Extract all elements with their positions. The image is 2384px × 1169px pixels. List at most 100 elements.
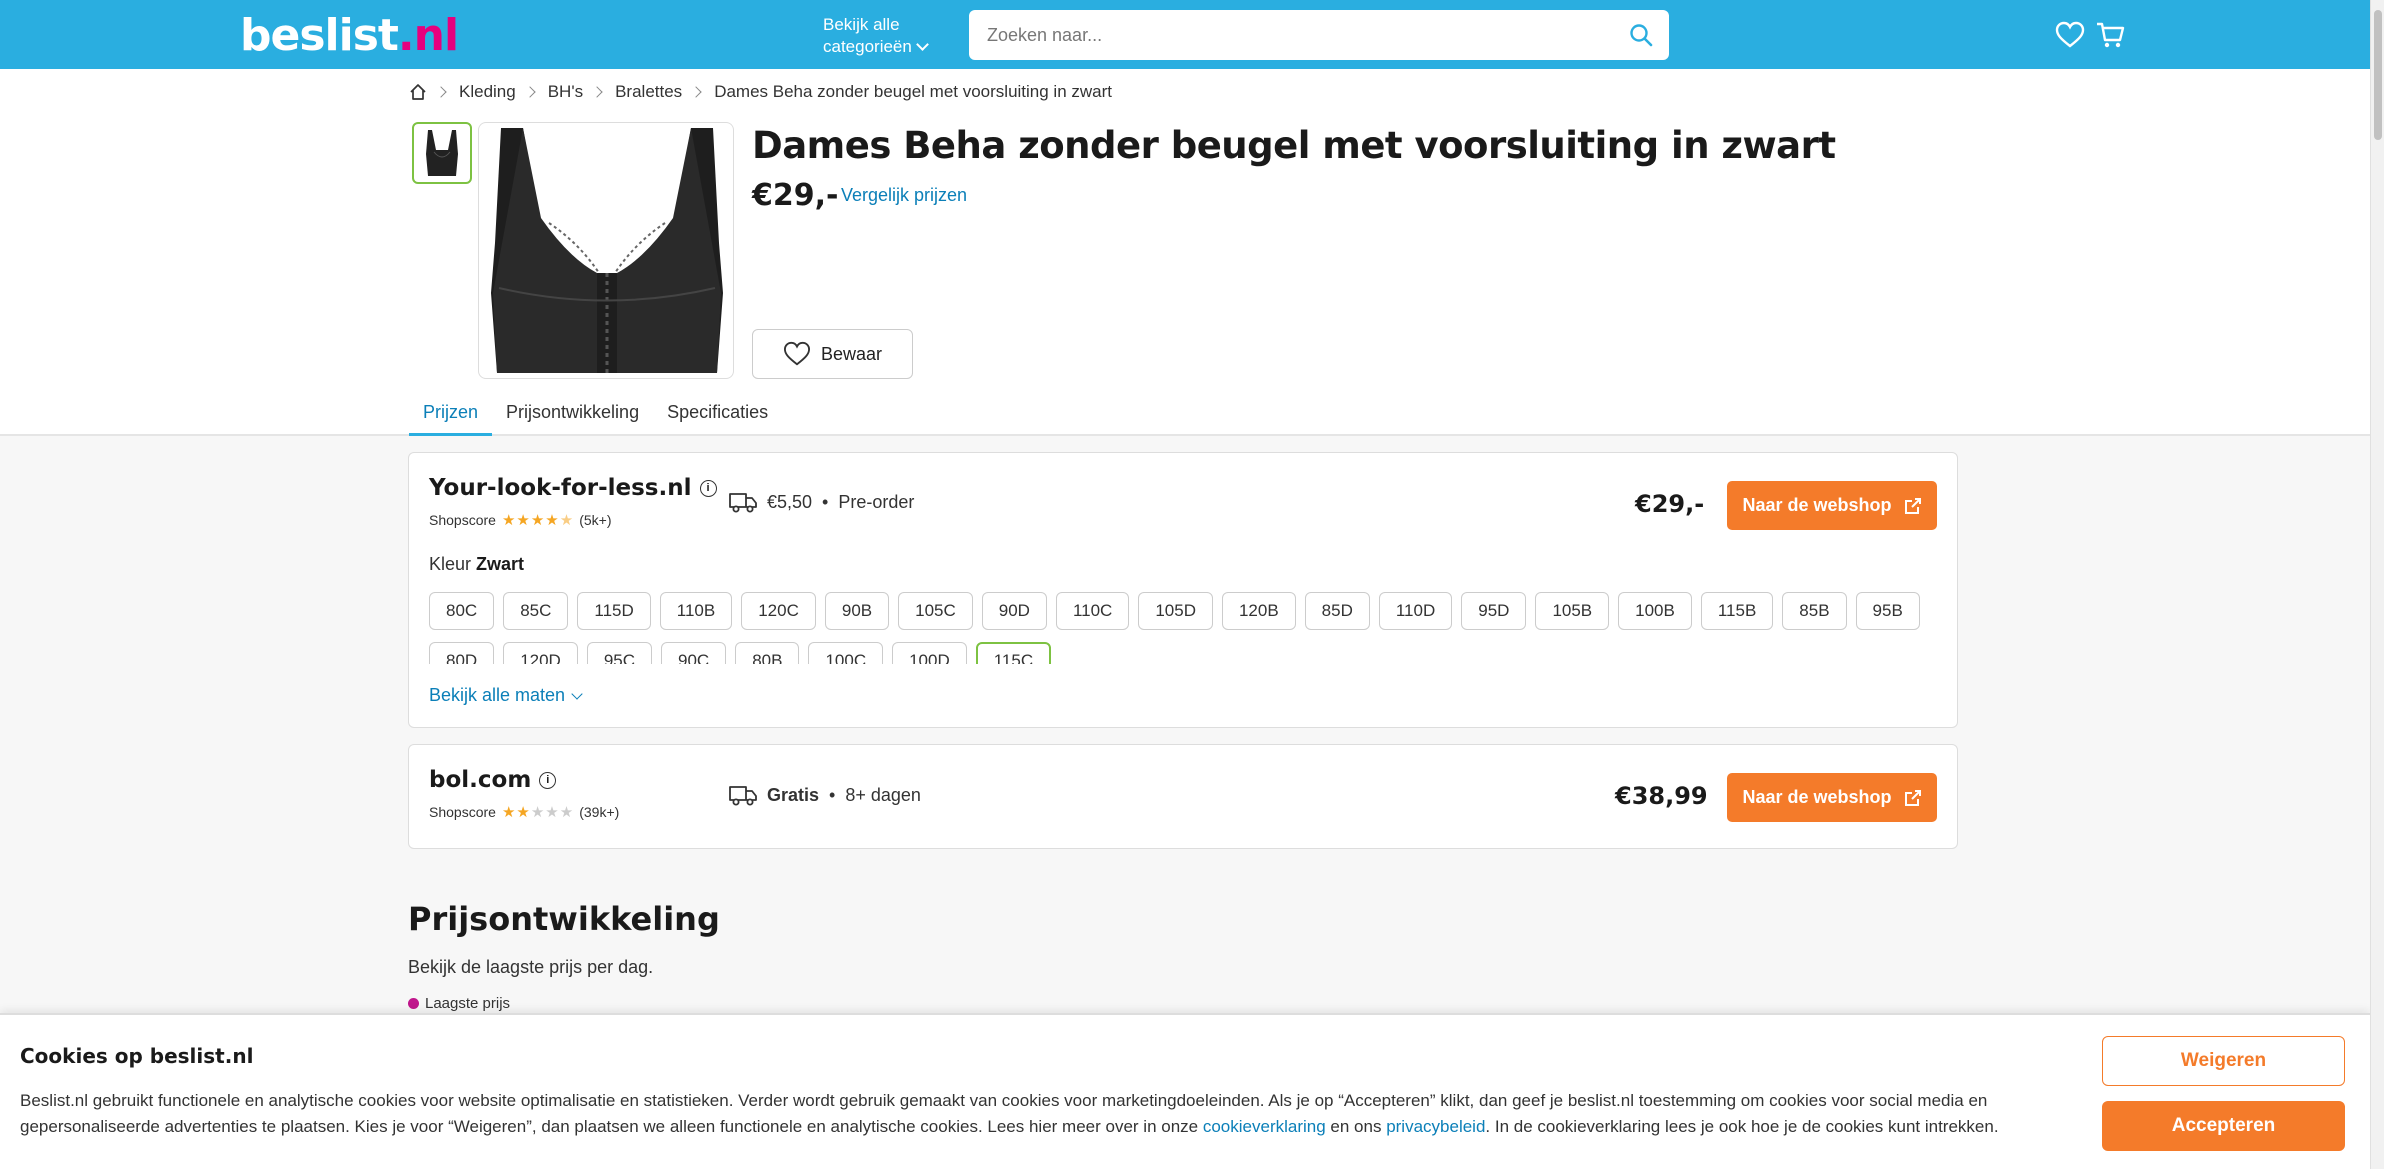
product-main-image[interactable]: [478, 122, 734, 379]
bullet-separator: •: [822, 491, 829, 512]
size-option[interactable]: 110B: [659, 592, 733, 630]
size-option[interactable]: 115D: [577, 592, 651, 630]
size-option[interactable]: 95C: [586, 642, 653, 664]
privacy-policy-link[interactable]: privacybeleid: [1386, 1117, 1485, 1136]
shopscore-label: Shopscore: [429, 804, 496, 820]
size-option[interactable]: 85C: [503, 592, 569, 630]
size-option[interactable]: 100C: [808, 642, 884, 664]
size-option[interactable]: 105B: [1535, 592, 1610, 630]
compare-prices-link[interactable]: Vergelijk prijzen: [841, 185, 967, 206]
offer-price: €38,99: [1615, 782, 1708, 810]
categories-line1: Bekijk alle: [823, 15, 900, 34]
size-option[interactable]: 115B: [1700, 592, 1774, 630]
size-option[interactable]: 80B: [735, 642, 800, 664]
show-all-sizes-label: Bekijk alle maten: [429, 685, 566, 705]
logo-dot: .: [397, 10, 415, 61]
truck-icon: [729, 786, 757, 806]
size-option[interactable]: 110C: [1055, 592, 1130, 630]
star-icon: ★: [545, 804, 559, 821]
delivery-info: €5,50 • Pre-order: [729, 491, 914, 513]
to-webshop-button[interactable]: Naar de webshop: [1727, 773, 1937, 822]
page-scrollbar[interactable]: [2370, 0, 2384, 1169]
size-option[interactable]: 110D: [1378, 592, 1453, 630]
scrollbar-thumb[interactable]: [2374, 10, 2382, 140]
size-option[interactable]: 100D: [892, 642, 967, 664]
webshop-button-label: Naar de webshop: [1742, 787, 1892, 807]
heart-icon[interactable]: [2055, 20, 2085, 50]
size-option[interactable]: 120B: [1221, 592, 1296, 630]
size-option[interactable]: 115C: [975, 642, 1052, 664]
bullet-separator: •: [829, 784, 836, 805]
star-icon: ★: [516, 512, 530, 529]
shopscore: Shopscore ★ ★ ★ ★ ★ (5k+): [429, 511, 612, 529]
star-icon: ★: [501, 512, 516, 529]
home-icon[interactable]: [409, 83, 427, 101]
legend-dot: [408, 998, 419, 1009]
availability: Pre-order: [838, 491, 915, 512]
breadcrumb-bralettes[interactable]: Bralettes: [615, 82, 682, 102]
size-option[interactable]: 100B: [1618, 592, 1692, 630]
size-option[interactable]: 80C: [429, 592, 495, 630]
info-icon[interactable]: i: [539, 772, 557, 789]
size-option[interactable]: 85D: [1304, 592, 1370, 630]
to-webshop-button[interactable]: Naar de webshop: [1727, 481, 1937, 530]
cookie-text-part: . In de cookieverklaring lees je ook hoe…: [1485, 1117, 1999, 1136]
size-option[interactable]: 90D: [981, 592, 1047, 630]
offer-card: Your-look-for-less.nl i Shopscore ★ ★ ★ ★ ★ (…: [408, 452, 1958, 728]
cookie-title: Cookies op beslist.nl: [20, 1044, 254, 1068]
shopscore-label: Shopscore: [429, 512, 496, 528]
chevron-down-icon: [571, 688, 583, 700]
chevron-down-icon: [915, 38, 929, 51]
color-label-text: Kleur: [429, 554, 472, 574]
search-box: [969, 10, 1669, 60]
info-icon[interactable]: i: [699, 480, 717, 497]
breadcrumb-kleding[interactable]: Kleding: [459, 82, 516, 102]
tab-specificaties[interactable]: Specificaties: [653, 396, 782, 436]
size-option[interactable]: 120C: [741, 592, 816, 630]
accept-cookies-button[interactable]: Accepteren: [2102, 1101, 2345, 1151]
breadcrumb-separator: [435, 86, 447, 98]
size-option[interactable]: 80D: [429, 642, 495, 664]
color-label: Kleur Zwart: [429, 554, 524, 575]
external-link-icon: [1904, 497, 1921, 514]
offer-price: €29,-: [1635, 490, 1705, 518]
cookie-text-part: en ons: [1325, 1117, 1387, 1136]
size-option[interactable]: 95D: [1461, 592, 1527, 630]
breadcrumb: Kleding BH's Bralettes Dames Beha zonder…: [409, 82, 1112, 102]
product-tabs: Prijzen Prijsontwikkeling Specificaties: [409, 396, 782, 436]
size-option[interactable]: 90C: [661, 642, 727, 664]
size-option[interactable]: 95B: [1855, 592, 1920, 630]
product-thumbnail[interactable]: [412, 122, 472, 184]
cart-icon[interactable]: [2095, 20, 2125, 50]
shop-name[interactable]: bol.com i: [429, 767, 557, 793]
star-icon: ★: [559, 804, 574, 821]
refuse-cookies-button[interactable]: Weigeren: [2102, 1036, 2345, 1086]
availability: 8+ dagen: [845, 784, 921, 805]
breadcrumb-bhs[interactable]: BH's: [548, 82, 583, 102]
size-option[interactable]: 105D: [1138, 592, 1213, 630]
beslist-logo[interactable]: beslist.nl: [240, 10, 459, 61]
search-input[interactable]: [969, 10, 1569, 60]
breadcrumb-separator: [591, 86, 603, 98]
price-history-subtitle: Bekijk de laagste prijs per dag.: [408, 957, 654, 977]
size-option[interactable]: 120D: [503, 642, 578, 664]
legend-label: Laagste prijs: [425, 995, 511, 1012]
shopscore: Shopscore ★ ★ ★ ★ ★ (39k+): [429, 803, 619, 821]
save-label: Bewaar: [820, 343, 883, 364]
cookie-statement-link[interactable]: cookieverklaring: [1203, 1117, 1326, 1136]
size-option[interactable]: 105C: [898, 592, 973, 630]
shop-name-text: Your-look-for-less.nl: [429, 475, 692, 501]
shop-name-text: bol.com: [429, 767, 532, 793]
search-icon[interactable]: [1629, 23, 1653, 47]
chart-legend: Laagste prijs: [408, 995, 510, 1012]
save-button[interactable]: Bewaar: [752, 329, 913, 379]
size-option[interactable]: 85B: [1782, 592, 1847, 630]
show-all-sizes-link[interactable]: Bekijk alle maten: [429, 685, 583, 706]
star-icon: ★: [545, 512, 559, 529]
all-categories-button[interactable]: Bekijk alle categorieën: [823, 14, 929, 58]
rating-stars: ★ ★ ★ ★ ★: [502, 511, 573, 529]
shop-name[interactable]: Your-look-for-less.nl i: [429, 475, 717, 501]
tab-prijsontwikkeling[interactable]: Prijsontwikkeling: [492, 396, 653, 436]
tab-prijzen[interactable]: Prijzen: [409, 396, 493, 436]
size-option[interactable]: 90B: [824, 592, 890, 630]
